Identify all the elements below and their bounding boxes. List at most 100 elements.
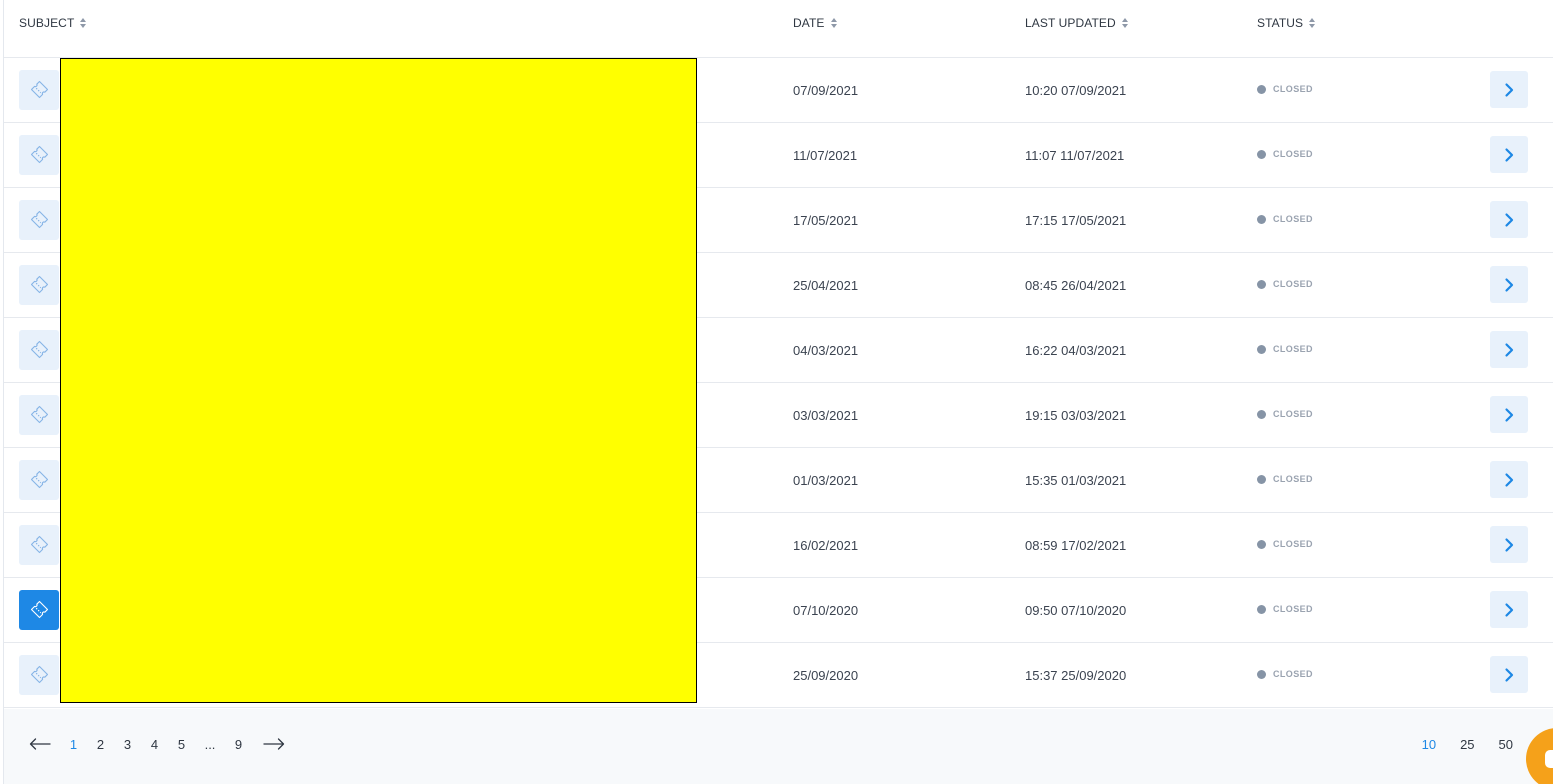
status-badge: CLOSED — [1257, 474, 1313, 484]
ticket-date: 07/09/2021 — [793, 83, 859, 98]
status-label: CLOSED — [1273, 84, 1313, 94]
page-2-button[interactable]: 2 — [87, 737, 114, 752]
open-ticket-button[interactable] — [1490, 201, 1528, 238]
ticket-date: 16/02/2021 — [793, 538, 859, 553]
status-dot-icon — [1257, 474, 1266, 484]
ticket-icon[interactable] — [19, 655, 59, 695]
page-1-button[interactable]: 1 — [60, 737, 87, 752]
tickets-page: SUBJECT DATE LAST UPDATED STATUS 07/09/2… — [0, 0, 1553, 784]
per-page-option-50[interactable]: 50 — [1499, 737, 1513, 752]
open-ticket-button[interactable] — [1490, 591, 1528, 628]
open-ticket-button[interactable] — [1490, 136, 1528, 173]
per-page-option-10[interactable]: 10 — [1422, 737, 1436, 752]
sort-icon — [1309, 18, 1316, 28]
ticket-date: 25/09/2020 — [793, 668, 859, 683]
ticket-last-updated: 15:37 25/09/2020 — [1025, 668, 1127, 683]
chevron-right-icon — [1501, 472, 1517, 488]
status-badge: CLOSED — [1257, 84, 1313, 94]
ticket-icon[interactable] — [19, 590, 59, 630]
ticket-last-updated: 17:15 17/05/2021 — [1025, 213, 1127, 228]
ticket-last-updated: 11:07 11/07/2021 — [1025, 148, 1125, 163]
ticket-date: 25/04/2021 — [793, 278, 859, 293]
chevron-right-icon — [1501, 82, 1517, 98]
ticket-icon[interactable] — [19, 395, 59, 435]
ticket-last-updated: 08:45 26/04/2021 — [1025, 278, 1127, 293]
ticket-last-updated: 10:20 07/09/2021 — [1025, 83, 1127, 98]
status-dot-icon — [1257, 669, 1266, 679]
status-label: CLOSED — [1273, 539, 1313, 549]
open-ticket-button[interactable] — [1490, 331, 1528, 368]
chevron-right-icon — [1501, 277, 1517, 293]
ticket-date: 01/03/2021 — [793, 473, 859, 488]
status-label: CLOSED — [1273, 669, 1313, 679]
status-label: CLOSED — [1273, 344, 1313, 354]
chevron-right-icon — [1501, 407, 1517, 423]
page-3-button[interactable]: 3 — [114, 737, 141, 752]
status-badge: CLOSED — [1257, 604, 1313, 614]
arrow-left-icon[interactable] — [28, 735, 52, 753]
chevron-right-icon — [1501, 667, 1517, 683]
column-header-last-updated[interactable]: LAST UPDATED — [1025, 16, 1128, 30]
ticket-icon[interactable] — [19, 70, 59, 110]
status-badge: CLOSED — [1257, 344, 1313, 354]
status-dot-icon — [1257, 84, 1266, 94]
ticket-icon[interactable] — [19, 330, 59, 370]
chevron-right-icon — [1501, 537, 1517, 553]
status-dot-icon — [1257, 539, 1266, 549]
page-4-button[interactable]: 4 — [141, 737, 168, 752]
ticket-icon[interactable] — [19, 525, 59, 565]
status-dot-icon — [1257, 279, 1266, 289]
status-dot-icon — [1257, 149, 1266, 159]
status-dot-icon — [1257, 604, 1266, 614]
page-5-button[interactable]: 5 — [168, 737, 195, 752]
status-label: CLOSED — [1273, 474, 1313, 484]
column-header-status[interactable]: STATUS — [1257, 16, 1316, 30]
column-header-subject-label: SUBJECT — [19, 16, 75, 30]
column-header-status-label: STATUS — [1257, 16, 1304, 30]
open-ticket-button[interactable] — [1490, 71, 1528, 108]
per-page-selector: 10 25 50 — [1422, 737, 1513, 752]
arrow-right-icon[interactable] — [262, 735, 286, 753]
chevron-right-icon — [1501, 342, 1517, 358]
status-dot-icon — [1257, 214, 1266, 224]
chevron-right-icon — [1501, 147, 1517, 163]
ticket-date: 03/03/2021 — [793, 408, 859, 423]
page-last-button[interactable]: 9 — [225, 737, 252, 752]
status-dot-icon — [1257, 344, 1266, 354]
ticket-last-updated: 08:59 17/02/2021 — [1025, 538, 1127, 553]
ticket-last-updated: 19:15 03/03/2021 — [1025, 408, 1127, 423]
open-ticket-button[interactable] — [1490, 656, 1528, 693]
ticket-icon[interactable] — [19, 200, 59, 240]
status-badge: CLOSED — [1257, 279, 1313, 289]
chevron-right-icon — [1501, 602, 1517, 618]
column-header-date-label: DATE — [793, 16, 825, 30]
open-ticket-button[interactable] — [1490, 396, 1528, 433]
ticket-icon[interactable] — [19, 135, 59, 175]
open-ticket-button[interactable] — [1490, 526, 1528, 563]
status-label: CLOSED — [1273, 149, 1313, 159]
table-footer: 1 2 3 4 5... 9 10 25 50 — [4, 709, 1553, 784]
status-badge: CLOSED — [1257, 669, 1313, 679]
ticket-date: 11/07/2021 — [793, 148, 858, 163]
pagination: 1 2 3 4 5... 9 — [28, 735, 286, 753]
chevron-right-icon — [1501, 212, 1517, 228]
column-header-date[interactable]: DATE — [793, 16, 837, 30]
status-badge: CLOSED — [1257, 149, 1313, 159]
column-header-last-updated-label: LAST UPDATED — [1025, 16, 1116, 30]
status-label: CLOSED — [1273, 409, 1313, 419]
ticket-icon[interactable] — [19, 265, 59, 305]
sort-icon — [1121, 18, 1128, 28]
per-page-option-25[interactable]: 25 — [1460, 737, 1474, 752]
sort-icon — [80, 18, 87, 28]
status-label: CLOSED — [1273, 279, 1313, 289]
status-badge: CLOSED — [1257, 409, 1313, 419]
column-header-subject[interactable]: SUBJECT — [19, 16, 87, 30]
sort-icon — [830, 18, 837, 28]
status-badge: CLOSED — [1257, 539, 1313, 549]
ticket-icon[interactable] — [19, 460, 59, 500]
open-ticket-button[interactable] — [1490, 266, 1528, 303]
open-ticket-button[interactable] — [1490, 461, 1528, 498]
table-header: SUBJECT DATE LAST UPDATED STATUS — [4, 0, 1553, 58]
pagination-ellipsis: ... — [204, 736, 216, 752]
ticket-date: 07/10/2020 — [793, 603, 859, 618]
